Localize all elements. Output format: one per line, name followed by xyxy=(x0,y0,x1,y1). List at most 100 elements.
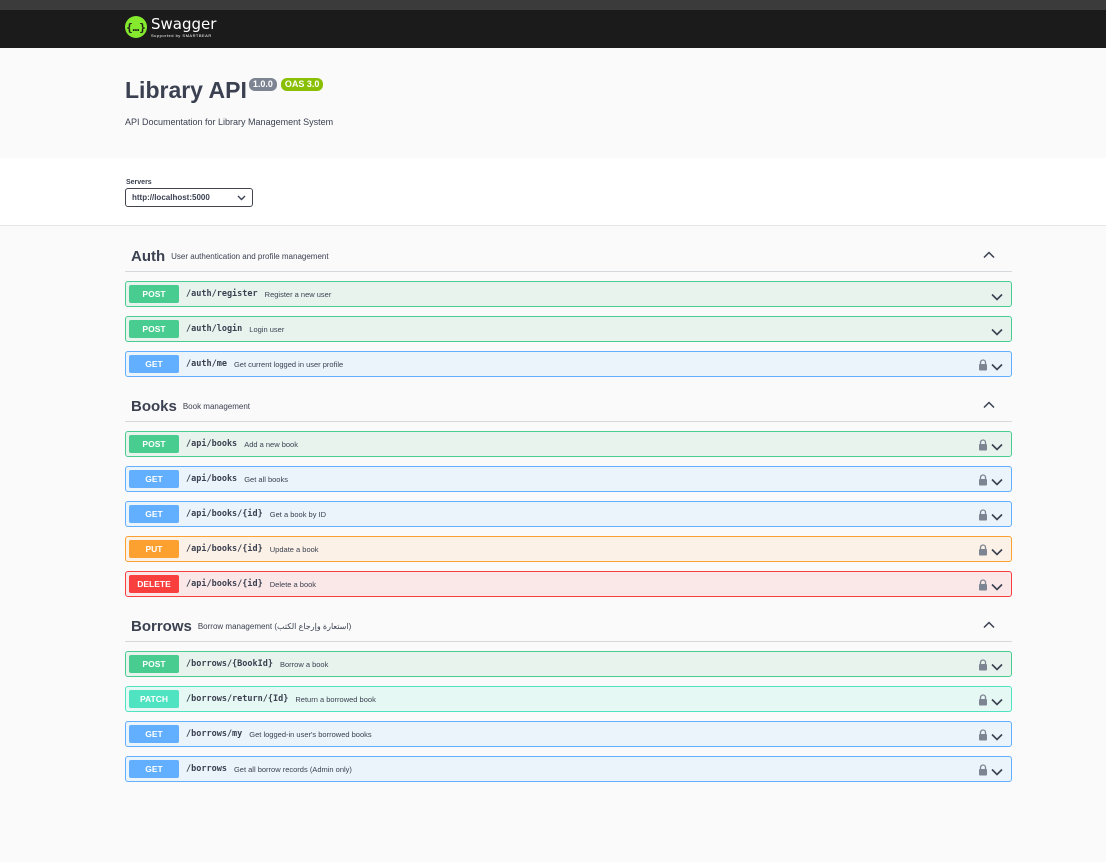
operation-summary: Get logged-in user's borrowed books xyxy=(249,729,372,739)
operation-row[interactable]: GET/api/books Get all books xyxy=(125,466,1012,492)
operation-summary: Get a book by ID xyxy=(269,509,327,519)
tag-header-borrows[interactable]: Borrows Borrow management (استعارة وإرجاع… xyxy=(125,612,1012,642)
operation-summary: Get all books xyxy=(244,474,288,484)
lock-icon[interactable] xyxy=(978,763,988,776)
method-badge: GET xyxy=(129,355,179,373)
lock-icon[interactable] xyxy=(978,693,988,706)
servers-selected-value: http://localhost:5000 xyxy=(132,193,210,202)
operation-path: /borrows xyxy=(186,764,227,774)
operation-path: /borrows/my xyxy=(186,729,243,739)
operation-row[interactable]: PATCH/borrows/return/{Id} Return a borrow… xyxy=(125,686,1012,712)
swagger-logo-icon: {…} xyxy=(125,16,147,38)
operation-summary: Add a new book xyxy=(244,439,298,449)
method-badge: GET xyxy=(129,725,179,743)
chevron-down-icon xyxy=(237,195,246,200)
lock-icon[interactable] xyxy=(978,543,988,556)
operation-row[interactable]: POST/auth/register Register a new user xyxy=(125,281,1012,307)
operation-path: /api/books/{id} xyxy=(186,509,263,519)
tag-description: User authentication and profile manageme… xyxy=(171,252,329,261)
lock-icon[interactable] xyxy=(978,473,988,486)
tag-header-books[interactable]: Books Book management xyxy=(125,392,1012,422)
chevron-down-icon[interactable] xyxy=(991,439,1003,451)
chevron-down-icon[interactable] xyxy=(991,659,1003,671)
page-title: Library API xyxy=(125,77,247,103)
operation-summary: Delete a book xyxy=(269,579,317,589)
operation-path: /auth/register xyxy=(186,289,258,299)
method-badge: POST xyxy=(129,320,179,338)
tag-section-auth: Auth User authentication and profile mana… xyxy=(125,242,1012,377)
method-badge: DELETE xyxy=(129,575,179,593)
tag-section-books: Books Book management POST/api/books Add a … xyxy=(125,392,1012,597)
lock-icon[interactable] xyxy=(978,358,988,371)
chevron-up-icon[interactable] xyxy=(982,398,996,412)
operation-row[interactable]: GET/api/books/{id} Get a book by ID xyxy=(125,501,1012,527)
api-description: API Documentation for Library Management… xyxy=(125,117,334,127)
operation-summary: Return a borrowed book xyxy=(295,694,376,704)
brand-sub: Supported by SMARTBEAR xyxy=(151,32,212,38)
method-badge: POST xyxy=(129,655,179,673)
chevron-down-icon[interactable] xyxy=(991,579,1003,591)
lock-icon[interactable] xyxy=(978,728,988,741)
chevron-up-icon[interactable] xyxy=(982,618,996,632)
operation-path: /borrows/return/{Id} xyxy=(186,694,289,704)
operation-path: /auth/login xyxy=(186,324,243,334)
lock-icon[interactable] xyxy=(978,578,988,591)
oas-badge: OAS 3.0 xyxy=(280,78,324,91)
operation-path: /api/books xyxy=(186,474,238,484)
operation-summary: Get all borrow records (Admin only) xyxy=(233,764,352,774)
method-badge: GET xyxy=(129,505,179,523)
servers-section: Servers http://localhost:5000 xyxy=(0,158,1106,226)
method-badge: POST xyxy=(129,285,179,303)
tag-name: Borrows xyxy=(131,618,192,635)
operation-row[interactable]: GET/auth/me Get current logged in user pr… xyxy=(125,351,1012,377)
operation-path: /auth/me xyxy=(186,359,227,369)
window-top-strip xyxy=(0,0,1106,10)
operation-summary: Login user xyxy=(249,324,285,334)
tag-description: Borrow management (استعارة وإرجاع الكتب) xyxy=(197,622,352,631)
operation-row[interactable]: PUT/api/books/{id} Update a book xyxy=(125,536,1012,562)
chevron-down-icon[interactable] xyxy=(991,289,1003,301)
tag-header-auth[interactable]: Auth User authentication and profile mana… xyxy=(125,242,1012,272)
brand-name: Swagger xyxy=(151,14,217,33)
operation-row[interactable]: GET/borrows Get all borrow records (Admin… xyxy=(125,756,1012,782)
servers-select[interactable]: http://localhost:5000 xyxy=(125,188,253,207)
api-info: Library API 1.0.0 OAS 3.0 API Documentat… xyxy=(125,77,1025,127)
servers-label: Servers xyxy=(126,179,152,186)
method-badge: POST xyxy=(129,435,179,453)
operation-summary: Update a book xyxy=(269,544,319,554)
chevron-up-icon[interactable] xyxy=(982,248,996,262)
operation-row[interactable]: POST/api/books Add a new book xyxy=(125,431,1012,457)
tag-name: Auth xyxy=(131,248,166,265)
method-badge: GET xyxy=(129,760,179,778)
operation-row[interactable]: DELETE/api/books/{id} Delete a book xyxy=(125,571,1012,597)
operation-summary: Register a new user xyxy=(264,289,332,299)
operation-summary: Get current logged in user profile xyxy=(233,359,344,369)
lock-icon[interactable] xyxy=(978,438,988,451)
chevron-down-icon[interactable] xyxy=(991,694,1003,706)
operation-path: /api/books/{id} xyxy=(186,544,263,554)
operation-path: /api/books xyxy=(186,439,238,449)
tag-name: Books xyxy=(131,398,177,415)
method-badge: PATCH xyxy=(129,690,179,708)
lock-icon[interactable] xyxy=(978,508,988,521)
chevron-down-icon[interactable] xyxy=(991,359,1003,371)
method-badge: GET xyxy=(129,470,179,488)
operation-summary: Borrow a book xyxy=(280,659,329,669)
lock-icon[interactable] xyxy=(978,658,988,671)
swagger-logo[interactable]: {…} Swagger Supported by SMARTBEAR xyxy=(125,16,216,38)
chevron-down-icon[interactable] xyxy=(991,509,1003,521)
chevron-down-icon[interactable] xyxy=(991,544,1003,556)
operation-row[interactable]: GET/borrows/my Get logged-in user's borro… xyxy=(125,721,1012,747)
version-badge: 1.0.0 xyxy=(248,78,277,91)
chevron-down-icon[interactable] xyxy=(991,764,1003,776)
chevron-down-icon[interactable] xyxy=(991,474,1003,486)
operation-row[interactable]: POST/auth/login Login user xyxy=(125,316,1012,342)
tag-section-borrows: Borrows Borrow management (استعارة وإرجاع… xyxy=(125,612,1012,782)
operation-path: /api/books/{id} xyxy=(186,579,263,589)
operation-path: /borrows/{BookId} xyxy=(186,659,273,669)
method-badge: PUT xyxy=(129,540,179,558)
tag-description: Book management xyxy=(182,402,250,411)
operation-row[interactable]: POST/borrows/{BookId} Borrow a book xyxy=(125,651,1012,677)
chevron-down-icon[interactable] xyxy=(991,324,1003,336)
chevron-down-icon[interactable] xyxy=(991,729,1003,741)
